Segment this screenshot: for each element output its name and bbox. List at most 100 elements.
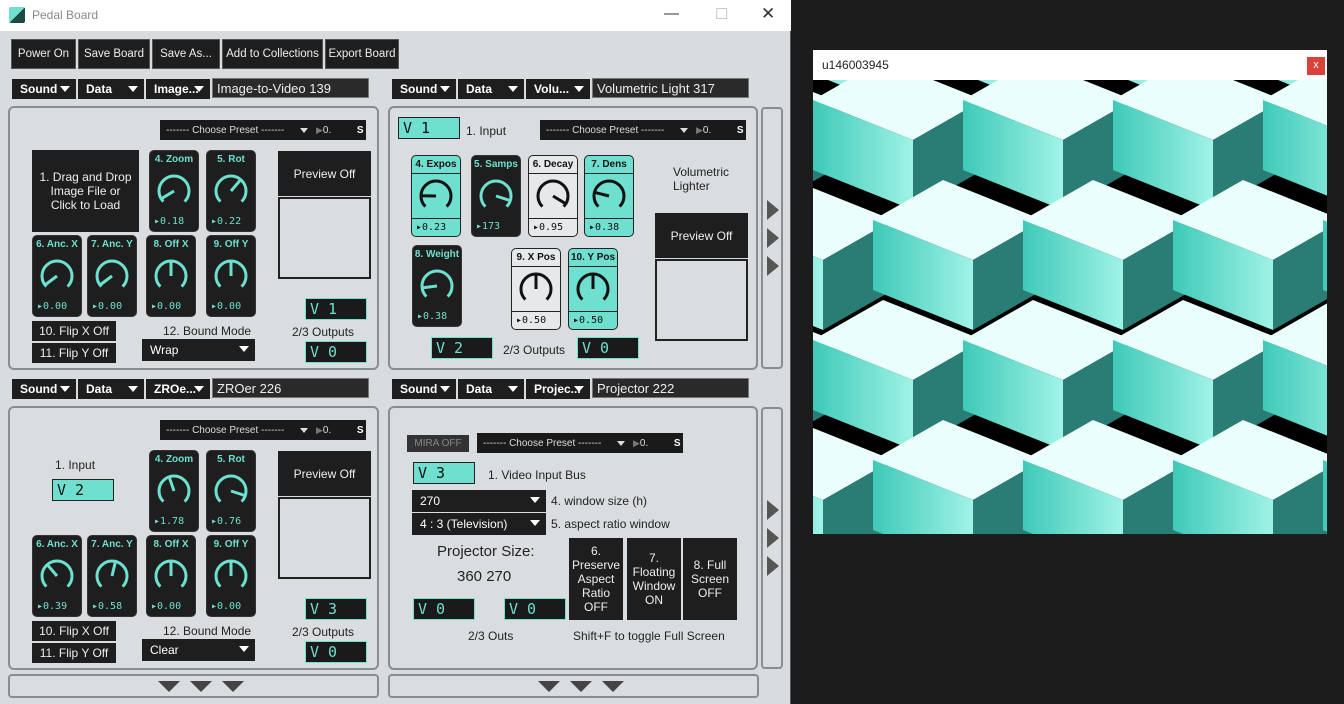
knob----samps[interactable]: 5. Samps ▸173 — [471, 155, 521, 237]
knob-dial-icon[interactable] — [90, 254, 134, 298]
knob-value[interactable]: ▸0.00 — [88, 298, 136, 316]
module-dropdown[interactable]: Image... — [146, 79, 210, 99]
video-bus-out1[interactable]: V 1 — [305, 298, 367, 320]
video-bus-input[interactable]: V 3 — [413, 462, 475, 484]
flip-x-button[interactable]: 10. Flip X Off — [32, 321, 116, 341]
expand-arrow-icon[interactable] — [767, 528, 779, 548]
floating-window-button[interactable]: 7. Floating Window ON — [627, 538, 681, 620]
knob-dial-icon[interactable] — [474, 174, 518, 218]
bound-mode-dropdown[interactable]: Wrap — [142, 339, 255, 361]
knob-value[interactable]: ▸0.58 — [88, 598, 136, 616]
knob-dial-icon[interactable] — [90, 554, 134, 598]
knob-dial-icon[interactable] — [414, 174, 458, 218]
preview-toggle-button[interactable]: Preview Off — [278, 151, 371, 196]
sound-dropdown[interactable]: Sound — [12, 379, 76, 399]
knob-value[interactable]: ▸0.23 — [412, 218, 460, 236]
knob-dial-icon[interactable] — [209, 469, 253, 513]
knob-dial-icon[interactable] — [209, 169, 253, 213]
preview-toggle-button[interactable]: Preview Off — [655, 213, 748, 258]
knob-value[interactable]: ▸0.00 — [147, 598, 195, 616]
data-dropdown[interactable]: Data — [458, 379, 524, 399]
bound-mode-dropdown[interactable]: Clear — [142, 639, 255, 661]
expand-arrow-icon[interactable] — [767, 500, 779, 520]
video-bus-out2[interactable]: V 0 — [504, 598, 566, 620]
knob-----y-pos[interactable]: 10. Y Pos ▸0.50 — [568, 248, 618, 330]
knob-dial-icon[interactable] — [152, 469, 196, 513]
knob-dial-icon[interactable] — [531, 174, 575, 218]
knob----zoom[interactable]: 4. Zoom ▸1.78 — [149, 450, 199, 532]
knob-dial-icon[interactable] — [514, 267, 558, 311]
expand-arrow-icon[interactable] — [767, 256, 779, 276]
module-dropdown[interactable]: Projec... — [526, 379, 590, 399]
aspect-ratio-dropdown[interactable]: 4 : 3 (Television) — [412, 513, 546, 535]
knob----off-x[interactable]: 8. Off X ▸0.00 — [146, 535, 196, 617]
knob-dial-icon[interactable] — [415, 264, 459, 308]
knob-value[interactable]: ▸0.00 — [147, 298, 195, 316]
knob-value[interactable]: ▸0.18 — [150, 213, 198, 231]
knob-dial-icon[interactable] — [35, 254, 79, 298]
power-on-button[interactable]: Power On — [11, 39, 76, 69]
preset-save-button[interactable]: S — [729, 125, 744, 136]
knob-value[interactable]: ▸0.00 — [33, 298, 81, 316]
module-dropdown[interactable]: Volu... — [526, 79, 590, 99]
knob-dial-icon[interactable] — [587, 174, 631, 218]
knob-value[interactable]: ▸0.50 — [512, 311, 560, 329]
video-bus-out1[interactable]: V 3 — [305, 598, 367, 620]
save-board-button[interactable]: Save Board — [78, 39, 150, 69]
preset-save-button[interactable]: S — [349, 425, 364, 436]
collapse-arrow-icon[interactable] — [538, 681, 560, 692]
flip-y-button[interactable]: 11. Flip Y Off — [32, 343, 116, 363]
data-dropdown[interactable]: Data — [78, 79, 144, 99]
save-as-button[interactable]: Save As... — [152, 39, 220, 69]
module-dropdown[interactable]: ZROe... — [146, 379, 210, 399]
knob----anc--y[interactable]: 7. Anc. Y ▸0.58 — [87, 535, 137, 617]
window-size-dropdown[interactable]: 270 — [412, 490, 546, 512]
collapse-arrow-icon[interactable] — [158, 681, 180, 692]
knob-value[interactable]: ▸0.39 — [33, 598, 81, 616]
maximize-button[interactable]: ☐ — [715, 5, 728, 23]
knob----anc--y[interactable]: 7. Anc. Y ▸0.00 — [87, 235, 137, 317]
add-to-collections-button[interactable]: Add to Collections — [222, 39, 323, 69]
knob-dial-icon[interactable] — [35, 554, 79, 598]
preview-toggle-button[interactable]: Preview Off — [278, 451, 371, 496]
module-name-field[interactable]: ZROer 226 — [212, 378, 369, 398]
knob----off-y[interactable]: 9. Off Y ▸0.00 — [206, 235, 256, 317]
module-name-field[interactable]: Volumetric Light 317 — [592, 78, 749, 98]
knob-value[interactable]: ▸173 — [472, 218, 520, 236]
knob----zoom[interactable]: 4. Zoom ▸0.18 — [149, 150, 199, 232]
preset-selector[interactable]: ------- Choose Preset ------- ▶ 0. S — [477, 433, 683, 453]
knob-dial-icon[interactable] — [152, 169, 196, 213]
video-bus-out2[interactable]: V 0 — [305, 641, 367, 663]
minimize-button[interactable]: — — [664, 5, 679, 22]
module-name-field[interactable]: Projector 222 — [592, 378, 749, 398]
preset-save-button[interactable]: S — [349, 125, 364, 136]
preset-number[interactable]: 0. — [323, 425, 349, 436]
knob-value[interactable]: ▸0.38 — [413, 308, 461, 326]
collapse-arrow-icon[interactable] — [570, 681, 592, 692]
knob-value[interactable]: ▸0.76 — [207, 513, 255, 531]
video-bus-out2[interactable]: V 0 — [577, 337, 639, 359]
expand-arrow-icon[interactable] — [767, 200, 779, 220]
export-board-button[interactable]: Export Board — [325, 39, 399, 69]
knob----x-pos[interactable]: 9. X Pos ▸0.50 — [511, 248, 561, 330]
knob----anc--x[interactable]: 6. Anc. X ▸0.39 — [32, 535, 82, 617]
data-dropdown[interactable]: Data — [458, 79, 524, 99]
knob----dens[interactable]: 7. Dens ▸0.38 — [584, 155, 634, 237]
knob-dial-icon[interactable] — [209, 554, 253, 598]
preset-selector[interactable]: ------- Choose Preset ------- ▶ 0. S — [540, 120, 746, 140]
load-image-button[interactable]: 1. Drag and Drop Image File or Click to … — [32, 150, 139, 232]
flip-y-button[interactable]: 11. Flip Y Off — [32, 643, 116, 663]
knob----rot[interactable]: 5. Rot ▸0.22 — [206, 150, 256, 232]
knob----off-y[interactable]: 9. Off Y ▸0.00 — [206, 535, 256, 617]
knob-value[interactable]: ▸0.22 — [207, 213, 255, 231]
knob----anc--x[interactable]: 6. Anc. X ▸0.00 — [32, 235, 82, 317]
video-close-button[interactable]: x — [1307, 57, 1325, 75]
flip-x-button[interactable]: 10. Flip X Off — [32, 621, 116, 641]
preset-selector[interactable]: ------- Choose Preset ------- ▶ 0. S — [160, 420, 366, 440]
knob-value[interactable]: ▸0.00 — [207, 298, 255, 316]
knob-value[interactable]: ▸0.95 — [529, 218, 577, 236]
preset-selector[interactable]: ------- Choose Preset ------- ▶ 0. S — [160, 120, 366, 140]
data-dropdown[interactable]: Data — [78, 379, 144, 399]
video-bus-out2[interactable]: V 0 — [305, 341, 367, 363]
preset-number[interactable]: 0. — [703, 125, 729, 136]
